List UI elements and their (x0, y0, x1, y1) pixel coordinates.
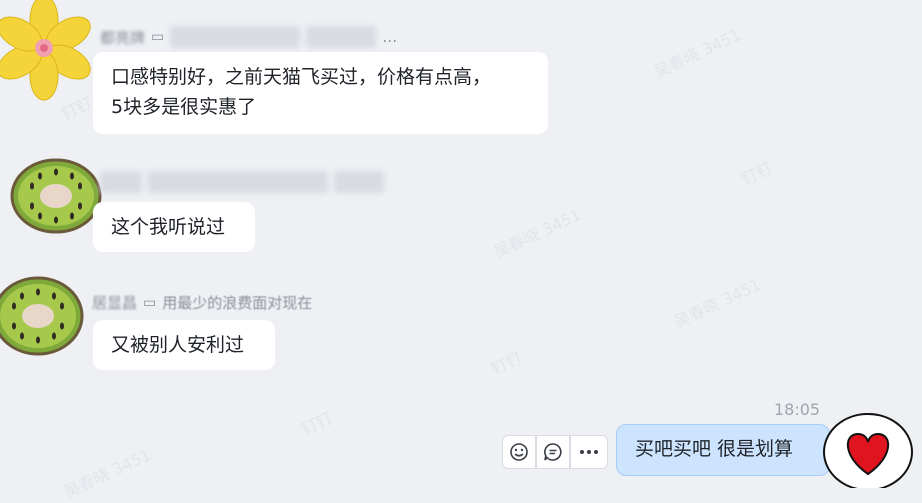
outgoing-message-bubble[interactable]: 买吧买吧 很是划算 (616, 424, 830, 476)
blurred-status (306, 26, 377, 48)
avatar-kiwi[interactable] (0, 274, 84, 366)
avatar-kiwi[interactable] (10, 156, 102, 248)
watermark: 吴春晓 3451 (671, 274, 765, 332)
sender-status: … (382, 28, 398, 46)
avatar-flower[interactable] (0, 0, 92, 101)
sender-line: 都亮牌 ▭ … (100, 26, 397, 48)
more-button[interactable] (570, 435, 608, 469)
message-bubble[interactable]: 这个我听说过 (93, 202, 255, 252)
blurred-status (170, 26, 301, 48)
emoji-icon (510, 443, 528, 461)
watermark-brand: 钉钉 (298, 407, 336, 439)
sender-line (100, 171, 384, 193)
chat-bubble-icon: ▭ (143, 294, 157, 311)
blurred-name (100, 171, 142, 193)
message-text: 买吧买吧 很是划算 (635, 438, 794, 460)
watermark-brand: 钉钉 (738, 157, 776, 189)
watermark-brand: 钉钉 (488, 347, 526, 379)
message-text: 5块多是很实惠了 (111, 96, 257, 118)
sender-status: 用最少的浪费面对现在 (162, 294, 313, 312)
watermark: 吴春晓 3451 (651, 24, 745, 82)
message-time: 18:05 (774, 400, 821, 419)
message-bubble[interactable]: 口感特别好，之前天猫飞买过，价格有点高， 5块多是很实惠了 (93, 52, 548, 134)
watermark: 吴春晓 3451 (491, 204, 585, 262)
sender-name: 都亮牌 (100, 28, 146, 47)
sender-line: 居显昌 ▭ 用最少的浪费面对现在 (92, 292, 312, 313)
blurred-status (334, 171, 384, 193)
watermark: 吴春晓 3451 (61, 444, 155, 502)
reply-icon (544, 443, 562, 461)
chat-bubble-icon: ▭ (151, 29, 165, 45)
avatar-heart[interactable] (822, 408, 914, 491)
sender-name: 居显昌 (92, 294, 138, 312)
message-text: 又被别人安利过 (111, 334, 245, 356)
reply-button[interactable] (536, 435, 570, 469)
blurred-status (148, 171, 328, 193)
message-bubble[interactable]: 又被别人安利过 (93, 320, 275, 370)
more-icon (580, 450, 598, 454)
message-text: 口感特别好，之前天猫飞买过，价格有点高， (111, 66, 492, 88)
message-text: 这个我听说过 (111, 216, 226, 238)
emoji-reaction-button[interactable] (502, 435, 536, 469)
